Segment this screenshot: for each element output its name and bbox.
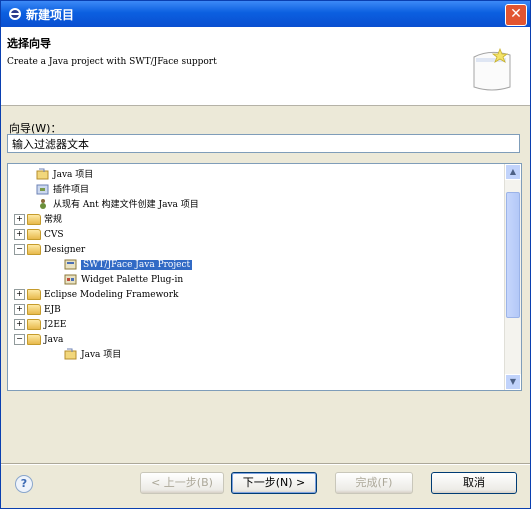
tree-item-plugin-project[interactable]: 插件项目 <box>36 182 89 197</box>
wizard-image-icon <box>473 47 511 91</box>
finish-button[interactable]: 完成(F) <box>335 472 413 494</box>
tree-item-java-project[interactable]: Java 项目 <box>36 167 93 182</box>
open-folder-icon <box>27 243 41 255</box>
tree-item-label: EJB <box>44 305 61 315</box>
tree-item-swt-jface-java-project[interactable]: SWT/JFace Java Project <box>64 257 193 272</box>
folder-icon <box>27 318 41 330</box>
button-separator <box>1 463 530 465</box>
window-title: 新建项目 <box>26 8 75 22</box>
folder-icon <box>27 288 41 300</box>
wizard-filter-input[interactable] <box>7 134 520 153</box>
wizard-banner: 选择向导 Create a Java project with SWT/JFac… <box>1 27 530 106</box>
expand-icon[interactable]: + <box>14 228 25 240</box>
tree-item-ejb[interactable]: + EJB <box>14 302 61 317</box>
tree-item-label: 插件项目 <box>53 185 90 195</box>
collapse-icon[interactable]: − <box>14 333 25 345</box>
tree-scrollbar[interactable]: ▲ ▼ <box>504 164 521 390</box>
chevron-up-icon: ▲ <box>509 167 517 176</box>
java-project-icon <box>36 168 50 180</box>
cancel-button[interactable]: 取消 <box>431 472 517 494</box>
wizard-tree[interactable]: Java 项目 插件项目 从现有 Ant 构建文件创建 Java 项目 + 常规 … <box>7 163 522 391</box>
next-button[interactable]: 下一步(N) > <box>231 472 317 494</box>
folder-icon <box>27 213 41 225</box>
collapse-icon[interactable]: − <box>14 243 25 255</box>
back-button[interactable]: < 上一步(B) <box>140 472 224 494</box>
java-project-icon <box>64 348 78 360</box>
tree-item-cvs[interactable]: + CVS <box>14 227 64 242</box>
tree-item-j2ee[interactable]: + J2EE <box>14 317 66 332</box>
banner-title: 选择向导 <box>7 37 51 50</box>
title-bar[interactable]: 新建项目 ✕ <box>1 1 530 27</box>
expand-icon[interactable]: + <box>14 303 25 315</box>
tree-item-designer[interactable]: − Designer <box>14 242 85 257</box>
tree-item-label: 常规 <box>44 215 63 225</box>
tree-item-java-subproject[interactable]: Java 项目 <box>64 347 121 362</box>
ant-icon <box>36 198 50 210</box>
close-icon: ✕ <box>510 6 522 22</box>
help-icon[interactable]: ? <box>15 475 33 493</box>
close-button[interactable]: ✕ <box>505 4 527 26</box>
tree-item-label: Designer <box>44 245 86 255</box>
scroll-thumb[interactable] <box>506 192 520 318</box>
tree-item-emf[interactable]: + Eclipse Modeling Framework <box>14 287 178 302</box>
tree-item-ant-java-project[interactable]: 从现有 Ant 构建文件创建 Java 项目 <box>36 197 199 212</box>
new-project-dialog: 新建项目 ✕ 选择向导 Create a Java project with S… <box>0 0 531 509</box>
tree-item-label: J2EE <box>44 320 67 330</box>
folder-icon <box>27 228 41 240</box>
widget-palette-icon <box>64 273 78 285</box>
eclipse-icon <box>9 8 21 20</box>
scroll-down-button[interactable]: ▼ <box>505 374 521 390</box>
expand-icon[interactable]: + <box>14 288 25 300</box>
chevron-down-icon: ▼ <box>509 377 517 386</box>
tree-item-label: Eclipse Modeling Framework <box>44 290 179 300</box>
folder-icon <box>27 303 41 315</box>
tree-item-label: 从现有 Ant 构建文件创建 Java 项目 <box>53 200 199 210</box>
tree-item-widget-palette-plugin[interactable]: Widget Palette Plug-in <box>64 272 183 287</box>
plugin-project-icon <box>36 183 50 195</box>
tree-item-label: Java 项目 <box>81 350 122 360</box>
expand-icon[interactable]: + <box>14 213 25 225</box>
tree-item-label: Java <box>44 335 64 345</box>
wizard-tree-body: Java 项目 插件项目 从现有 Ant 构建文件创建 Java 项目 + 常规 … <box>8 164 504 390</box>
scroll-up-button[interactable]: ▲ <box>505 164 521 180</box>
tree-item-label: SWT/JFace Java Project <box>81 260 193 270</box>
expand-icon[interactable]: + <box>14 318 25 330</box>
tree-item-java[interactable]: − Java <box>14 332 63 347</box>
banner-description: Create a Java project with SWT/JFace sup… <box>7 57 217 67</box>
tree-item-label: Widget Palette Plug-in <box>81 275 184 285</box>
swt-project-icon <box>64 258 78 270</box>
open-folder-icon <box>27 333 41 345</box>
tree-item-general[interactable]: + 常规 <box>14 212 62 227</box>
tree-item-label: CVS <box>44 230 64 240</box>
tree-item-label: Java 项目 <box>53 170 94 180</box>
